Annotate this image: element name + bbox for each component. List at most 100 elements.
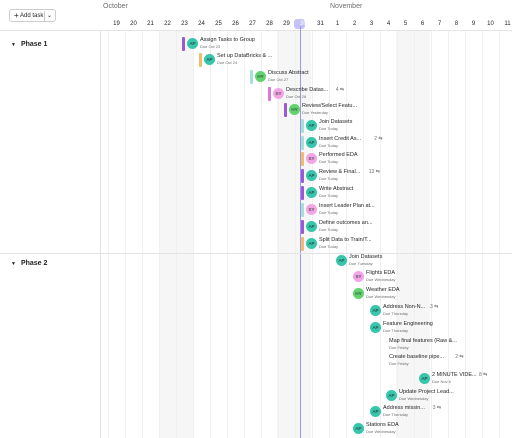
avatar[interactable]: SY [273,88,284,99]
avatar[interactable]: AP [306,120,317,131]
task-due-date: Due Thursday [383,412,409,417]
section-label: Phase 2 [20,260,48,267]
section-phase-1[interactable]: ▼ Phase 1 [11,41,47,48]
task-title: Review & Final... [319,169,361,175]
task-due-date: Due Nov 6 [432,379,451,384]
avatar[interactable]: HY [289,104,300,115]
add-task-button[interactable]: + Add task ⌄ [9,9,56,22]
day-label: 6 [420,21,425,27]
task-color-bar [301,186,304,200]
task-title: Join Datasets [319,119,353,125]
task-title: Assign Tasks to Group [200,37,255,43]
task-due-date: Due Yesterday [302,110,329,115]
task-color-bar [301,220,304,234]
task-color-bar [301,169,304,183]
avatar[interactable]: AP [306,170,317,181]
section-column: ▼ Phase 1 ▼ Phase 2 [0,31,101,438]
avatar[interactable]: AP [370,305,381,316]
section-phase-2[interactable]: ▼ Phase 2 [11,260,47,267]
grid-line [227,31,228,438]
grid-line [159,31,160,438]
task-due-date: Due Tuesday [349,261,373,266]
task-title: Stations EDA [366,422,399,428]
avatar[interactable]: AP [370,322,381,333]
avatar[interactable]: AP [204,54,215,65]
task-title: Update Project Lead... [399,389,454,395]
avatar[interactable]: AP [353,423,364,434]
task-due-date: Due Wednesday [366,277,396,282]
task-title: Create baseline pipe... [389,354,445,360]
avatar[interactable]: HY [353,288,364,299]
task-color-bar [301,119,304,133]
day-label: 9 [471,21,476,27]
grid-line [176,31,177,438]
task-due-date: Due Today [319,159,339,164]
day-label: 10 [487,21,494,27]
task-due-date: Due Thursday [383,328,409,333]
subtask-count: 3 ⇆ [432,405,442,411]
caret-down-icon[interactable]: ▼ [11,261,16,267]
task-title: Write Abstract [319,186,354,192]
grid-line [380,31,381,438]
avatar[interactable]: SY [306,153,317,164]
task-title: Insert Credit As... [319,136,362,142]
task-due-date: Due Wednesday [366,294,396,299]
avatar[interactable]: AP [370,406,381,417]
avatar[interactable]: AP [419,373,430,384]
day-label: 7 [437,21,442,27]
grid-line [363,31,364,438]
task-due-date: Due Thursday [383,311,409,316]
avatar[interactable]: SY [306,204,317,215]
task-title: Join Datasets [349,254,383,260]
task-color-bar [182,37,185,51]
subtask-count: 2 ⇆ [374,136,383,142]
day-label: 3 [369,21,374,27]
avatar[interactable]: HY [255,71,266,82]
avatar[interactable]: AP [187,38,198,49]
task-title: Describe Datas... [286,87,329,93]
grid-line [210,31,211,438]
grid-line [244,31,245,438]
month-label: October [103,3,128,10]
avatar[interactable]: AP [386,390,397,401]
grid-line [142,31,143,438]
task-title: Flights EDA [366,270,396,276]
avatar[interactable]: AP [336,255,347,266]
day-label: 25 [215,21,222,27]
task-title: Define outcomes an... [319,220,373,226]
task-due-date: Due Wednesday [366,429,396,434]
task-due-date: Due Today [319,244,339,249]
task-title: Weather EDA [366,287,400,293]
task-title: Address missin... [383,405,425,411]
task-due-date: Due Friday [389,345,409,350]
subtask-count: 2 ⇆ [455,354,464,360]
day-label: 31 [317,21,324,27]
task-title: 2 MINUTE VIDE... [432,372,477,378]
day-label: 8 [454,21,459,27]
avatar[interactable]: AP [306,221,317,232]
avatar[interactable]: AP [306,187,317,198]
subtask-count: 13 ⇆ [368,169,380,175]
grid-line [108,31,109,438]
task-title: Split Data to Train/T... [319,237,372,243]
task-title: Performed EDA [319,152,358,158]
task-due-date: Due Today [319,143,339,148]
caret-down-icon[interactable]: ▼ [11,42,16,48]
task-title: Discuss Abstract [268,70,309,76]
task-due-date: Due Friday [389,361,409,366]
task-title: Map final features (Raw &... [389,338,457,344]
task-title: Address Non-N... [383,304,426,310]
day-label: 4 [386,21,391,27]
avatar[interactable]: AP [306,137,317,148]
avatar[interactable]: SY [353,271,364,282]
chevron-down-icon[interactable]: ⌄ [47,10,52,23]
day-label: 30 [300,21,307,27]
day-label: 26 [232,21,239,27]
grid-line [414,31,415,438]
task-due-date: Due Today [319,126,339,131]
task-due-date: Due Today [319,193,339,198]
task-due-date: Due Oct 23 [200,44,221,49]
day-label: 27 [249,21,256,27]
day-label: 24 [198,21,205,27]
avatar[interactable]: AP [306,238,317,249]
